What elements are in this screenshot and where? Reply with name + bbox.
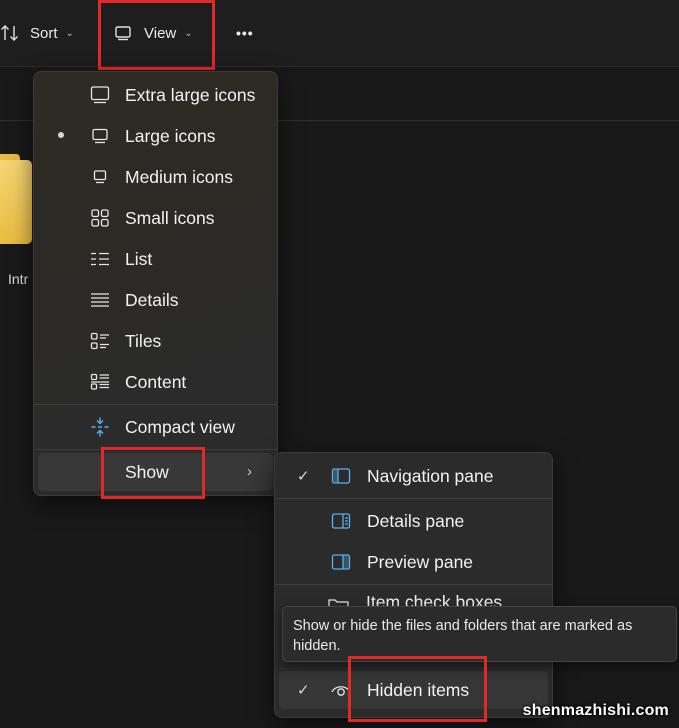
submenu-item-label: Details pane	[367, 510, 465, 531]
sort-button[interactable]: Sort ⌄	[0, 0, 74, 66]
menu-item-list[interactable]: List	[38, 240, 273, 278]
folder-icon[interactable]	[0, 160, 32, 244]
submenu-item-item-check-boxes[interactable]: Item check boxes	[276, 590, 548, 606]
menu-item-small-icons[interactable]: Small icons	[38, 199, 273, 237]
menu-item-label: List	[125, 248, 153, 269]
submenu-item-label: Hidden items	[367, 679, 470, 700]
menu-item-large-icons[interactable]: Large icons	[38, 117, 273, 155]
check-icon: ✓	[297, 682, 310, 699]
menu-separator	[34, 404, 277, 405]
menu-item-label: Extra large icons	[125, 84, 256, 105]
view-button[interactable]: View ⌄	[114, 0, 193, 66]
menu-item-show[interactable]: Show ›	[38, 453, 273, 491]
view-menu: Extra large icons Large icons Medium ico…	[33, 71, 278, 496]
monitor-icon	[88, 124, 112, 148]
menu-separator	[275, 584, 552, 585]
hidden-items-tooltip: Show or hide the files and folders that …	[282, 606, 677, 662]
navigation-pane-icon	[329, 464, 353, 488]
submenu-item-label: Item check boxes	[366, 592, 503, 606]
menu-item-compact-view[interactable]: Compact view	[38, 408, 273, 446]
selected-bullet-icon	[58, 132, 64, 138]
menu-item-tiles[interactable]: Tiles	[38, 322, 273, 360]
menu-item-content[interactable]: Content	[38, 363, 273, 401]
menu-item-details[interactable]: Details	[38, 281, 273, 319]
sort-icon	[0, 23, 20, 43]
checkbox-icon	[328, 596, 350, 606]
menu-item-label: Compact view	[125, 416, 235, 437]
tiles-icon	[88, 329, 112, 353]
chevron-right-icon: ›	[247, 463, 252, 480]
menu-item-label: Large icons	[125, 125, 216, 146]
sort-label: Sort	[30, 24, 58, 42]
menu-item-extra-large-icons[interactable]: Extra large icons	[38, 76, 273, 114]
submenu-item-details-pane[interactable]: Details pane	[279, 502, 548, 540]
compact-view-icon	[88, 415, 112, 439]
menu-separator	[34, 449, 277, 450]
details-icon	[88, 288, 112, 312]
submenu-item-hidden-items[interactable]: ✓ Hidden items	[279, 671, 548, 709]
menu-separator	[275, 498, 552, 499]
menu-item-label: Medium icons	[125, 166, 233, 187]
show-submenu: ✓ Navigation pane Details pane Preview p…	[274, 452, 553, 718]
menu-item-label: Tiles	[125, 330, 162, 351]
submenu-item-label: Navigation pane	[367, 465, 494, 486]
folder-label: Intr	[8, 271, 29, 287]
monitor-icon	[114, 24, 132, 42]
grid-icon	[88, 206, 112, 230]
menu-item-medium-icons[interactable]: Medium icons	[38, 158, 273, 196]
preview-pane-icon	[329, 550, 353, 574]
check-icon: ✓	[297, 468, 310, 485]
menu-item-label: Details	[125, 289, 179, 310]
menu-item-label: Small icons	[125, 207, 215, 228]
menu-item-label: Content	[125, 371, 187, 392]
monitor-icon	[88, 83, 112, 107]
details-pane-icon	[329, 509, 353, 533]
more-icon: •••	[236, 25, 254, 41]
content-icon	[88, 370, 112, 394]
submenu-item-label: Preview pane	[367, 551, 474, 572]
command-bar: Sort ⌄ View ⌄ •••	[0, 0, 679, 67]
view-label: View	[144, 24, 177, 42]
chevron-down-icon: ⌄	[184, 27, 193, 39]
list-icon	[88, 247, 112, 271]
more-options-button[interactable]: •••	[236, 0, 254, 66]
submenu-item-preview-pane[interactable]: Preview pane	[279, 543, 548, 581]
menu-item-label: Show	[125, 461, 169, 482]
watermark-text: shenmazhishi.com	[522, 702, 669, 719]
eye-icon	[329, 678, 353, 702]
monitor-small-icon	[88, 165, 112, 189]
submenu-item-navigation-pane[interactable]: ✓ Navigation pane	[279, 457, 548, 495]
chevron-down-icon: ⌄	[65, 27, 74, 39]
